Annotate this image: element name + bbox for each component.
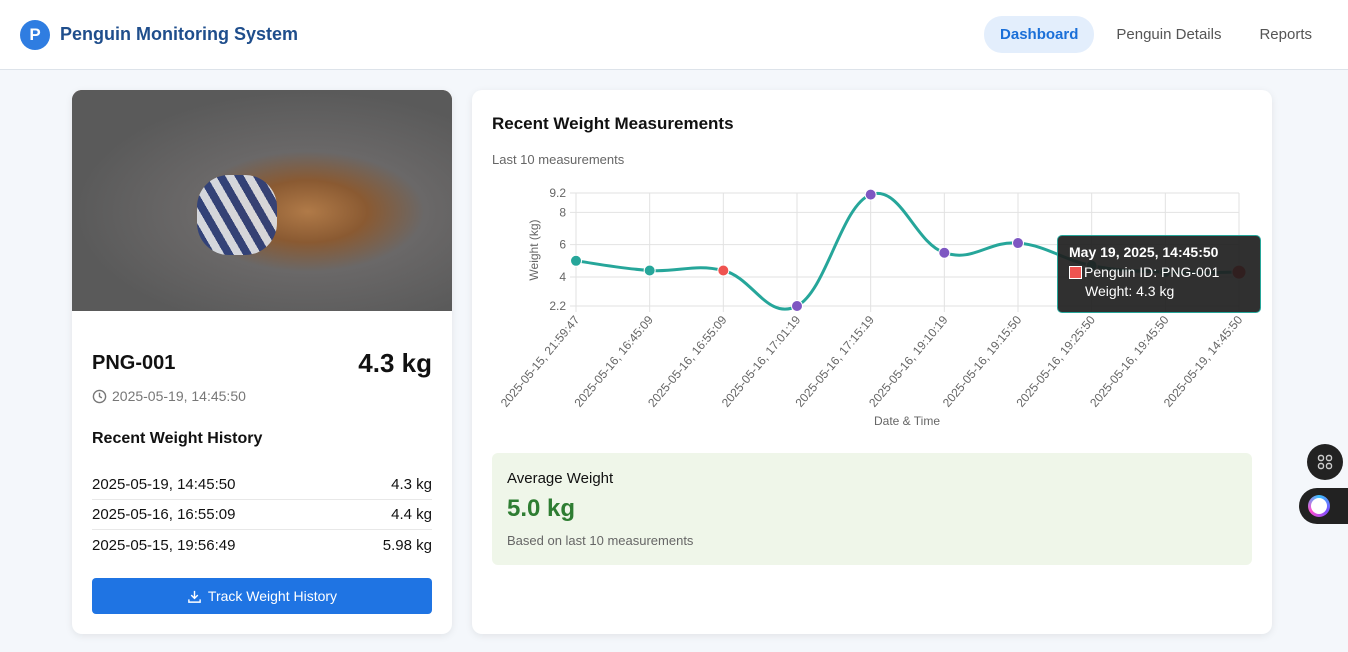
x-tick-label: 2025-05-16, 16:45:09 [571, 313, 656, 410]
x-tick-label: 2025-05-19, 14:45:50 [1161, 313, 1246, 410]
history-date: 2025-05-19, 14:45:50 [92, 476, 236, 493]
x-tick-label: 2025-05-16, 19:15:50 [940, 313, 1025, 410]
x-tick-label: 2025-05-15, 21:59:47 [498, 313, 583, 410]
list-item: 2025-05-19, 14:45:50 4.3 kg [92, 470, 432, 500]
track-weight-history-button[interactable]: Track Weight History [92, 578, 432, 614]
y-tick-label: 9.2 [549, 186, 566, 200]
x-tick-label: 2025-05-16, 19:25:50 [1013, 313, 1098, 410]
legend-swatch [1069, 266, 1082, 279]
history-weight: 4.4 kg [391, 506, 432, 523]
tab-penguin-details[interactable]: Penguin Details [1100, 16, 1237, 53]
history-list: 2025-05-19, 14:45:50 4.3 kg 2025-05-16, 1… [92, 470, 432, 560]
penguin-id: PNG-001 [92, 352, 176, 374]
average-value: 5.0 kg [507, 495, 576, 522]
y-tick-label: 4 [559, 270, 566, 284]
x-tick-label: 2025-05-16, 19:10:19 [866, 313, 951, 410]
tooltip-id: Penguin ID: PNG-001 [1084, 264, 1220, 280]
history-weight: 4.3 kg [391, 476, 432, 493]
chart-tooltip: May 19, 2025, 14:45:50 Penguin ID: PNG-0… [1057, 235, 1261, 313]
y-tick-label: 2.2 [549, 299, 566, 313]
x-tick-label: 2025-05-16, 19:45:50 [1087, 313, 1172, 410]
history-weight: 5.98 kg [382, 536, 432, 554]
history-date: 2025-05-16, 16:55:09 [92, 506, 236, 523]
tooltip-weight: Weight: 4.3 kg [1085, 283, 1175, 299]
top-nav: P Penguin Monitoring System Dashboard Pe… [0, 0, 1348, 70]
measurement-timestamp: 2025-05-19, 14:45:50 [112, 388, 246, 404]
bot-icon [1308, 495, 1330, 517]
average-label: Average Weight [507, 470, 614, 487]
y-tick-label: 8 [559, 205, 566, 219]
y-tick-label: 6 [559, 238, 566, 252]
apps-button[interactable] [1307, 444, 1343, 480]
average-weight-panel: Average Weight 5.0 kg Based on last 10 m… [492, 453, 1252, 565]
penguin-card: PNG-001 4.3 kg 2025-05-19, 14:45:50 Rece… [72, 90, 452, 634]
x-tick-label: 2025-05-16, 17:15:19 [792, 313, 877, 410]
assistant-button[interactable] [1299, 488, 1348, 524]
penguin-photo [72, 90, 452, 311]
x-tick-label: 2025-05-16, 16:55:09 [645, 313, 730, 410]
data-point [791, 300, 803, 312]
tooltip-title: May 19, 2025, 14:45:50 [1069, 244, 1219, 260]
y-axis-label: Weight (kg) [527, 219, 541, 280]
data-point [864, 188, 877, 201]
clock-icon [92, 389, 107, 403]
tab-dashboard[interactable]: Dashboard [984, 16, 1095, 53]
data-point [643, 264, 656, 277]
list-item: 2025-05-16, 16:55:09 4.4 kg [92, 500, 432, 530]
history-title: Recent Weight History [92, 430, 263, 447]
data-point [938, 246, 951, 259]
history-date: 2025-05-15, 19:56:49 [92, 536, 236, 554]
track-button-label: Track Weight History [207, 588, 338, 604]
data-point [1012, 237, 1024, 250]
list-item: 2025-05-15, 19:56:49 5.98 kg [92, 530, 432, 560]
x-tick-label: 2025-05-16, 17:01:19 [719, 313, 804, 410]
current-weight: 4.3 kg [358, 348, 432, 378]
chart-card: Recent Weight Measurements Last 10 measu… [472, 90, 1272, 634]
download-icon [188, 590, 201, 603]
app-logo: P [20, 19, 50, 50]
data-point [717, 264, 730, 277]
average-note: Based on last 10 measurements [507, 533, 694, 548]
x-axis-label: Date & Time [874, 414, 940, 428]
tab-reports[interactable]: Reports [1243, 16, 1328, 53]
data-point [570, 254, 582, 267]
app-title[interactable]: Penguin Monitoring System [60, 24, 298, 45]
grid-icon [1317, 454, 1333, 470]
